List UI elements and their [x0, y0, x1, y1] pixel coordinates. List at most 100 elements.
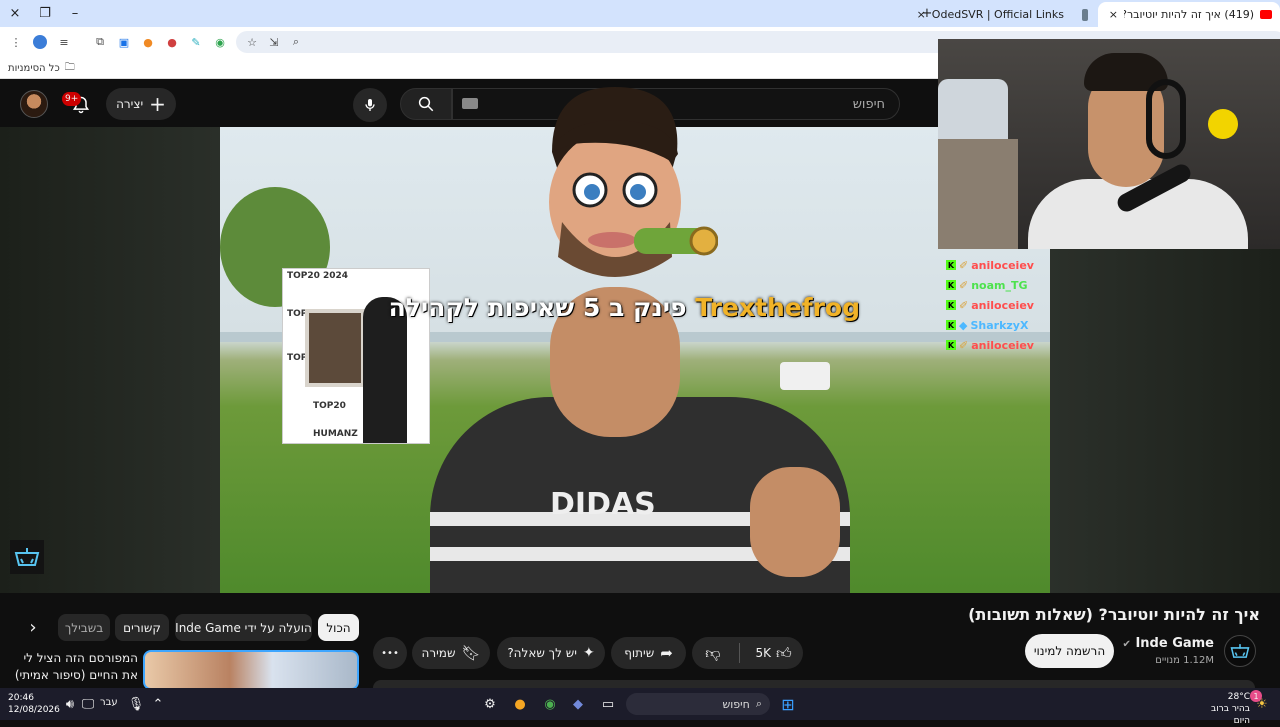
kick-badge-icon: K [946, 260, 956, 270]
channel-watermark-icon[interactable] [10, 540, 44, 574]
channel-name-label: Inde Game [1135, 636, 1214, 651]
extensions-icon[interactable]: ⧉ [92, 34, 108, 50]
alert-username: Trexthefrog [695, 293, 860, 322]
maximize-window-button[interactable]: ❐ [30, 0, 60, 27]
task-view-icon[interactable]: ▭ [598, 694, 618, 714]
chip-uploaded-by-channel[interactable]: הועלה על ידי Inde Game [175, 614, 312, 641]
suggested-video-thumbnail[interactable] [143, 650, 359, 690]
subscribe-button[interactable]: הרשמה למינוי [1025, 634, 1114, 668]
search-button[interactable] [400, 88, 452, 120]
chip-label: קשורים [123, 620, 161, 635]
alert-message: פינק ב 5 שאיפות לקהילה [388, 293, 687, 322]
taskbar-search[interactable]: חיפוש ⌕ [626, 693, 770, 715]
close-icon: × [9, 6, 21, 21]
settings-gear-icon[interactable]: ⚙ [480, 694, 500, 714]
all-bookmarks-folder[interactable]: כל הסימניות 🗀 [8, 60, 75, 76]
dislike-button[interactable]: 👎︎ [693, 637, 732, 669]
discord-icon[interactable]: ◆ [568, 694, 588, 714]
streamer-avatar-emote [549, 87, 718, 277]
chips-next-button[interactable]: › [20, 614, 46, 641]
microphone-icon[interactable]: 🎙︎ [126, 694, 146, 714]
youtube-favicon-icon [1260, 10, 1272, 19]
volume-icon[interactable]: 🔊︎ [60, 694, 80, 714]
bookmark-star-icon[interactable]: ☆ [244, 34, 260, 50]
keyboard-language[interactable]: עבר [100, 697, 118, 708]
taskbar-search-label: חיפוש [722, 697, 750, 711]
notification-badge: 1 [1250, 690, 1262, 702]
ask-label: יש לך שאלה? [507, 646, 577, 660]
system-clock[interactable]: 20:46 12/08/2026 [8, 692, 60, 718]
share-button[interactable]: ➦ שיתוף [611, 637, 686, 669]
tab-close-icon[interactable]: × [1109, 8, 1118, 21]
background-toy [1208, 109, 1238, 139]
diamond-icon: ◆ [959, 318, 968, 332]
chip-all[interactable]: הכול [318, 614, 359, 641]
shirt-logo: DIDAS [550, 487, 656, 522]
verified-check-icon: ✔ [1122, 639, 1131, 650]
network-icon[interactable]: 🖵 [78, 694, 98, 714]
account-avatar[interactable] [20, 90, 48, 118]
windows-start-icon[interactable]: ⊞ [778, 694, 798, 714]
profile-avatar[interactable] [32, 34, 48, 50]
chip-for-you[interactable]: בשבילך [58, 614, 110, 641]
tab-label: OdedSVR | Official Links [931, 8, 1064, 21]
tab-youtube-video[interactable]: (419) איך זה להיות יוטיובר? (שא... × [1098, 2, 1280, 27]
close-window-button[interactable]: × [0, 0, 30, 27]
bookmark-icon: 🔖︎ [461, 644, 481, 662]
app-icon[interactable]: ● [510, 694, 530, 714]
pencil-icon: ✐ [959, 338, 969, 352]
menu-kebab-icon[interactable]: ⋮ [8, 34, 24, 50]
extension-icon[interactable]: ● [164, 34, 180, 50]
chip-related[interactable]: קשורים [115, 614, 169, 641]
tab-odedsvr[interactable]: OdedSVR | Official Links × [917, 2, 1072, 27]
pencil-icon: ✐ [959, 278, 969, 292]
save-button[interactable]: 🔖︎ שמירה [412, 637, 490, 669]
notification-count-badge: 9+ [62, 92, 82, 106]
chrome-icon[interactable]: ◉ [540, 694, 560, 714]
basket-icon [14, 548, 40, 566]
tab-pinned[interactable] [1074, 2, 1096, 27]
channel-avatar[interactable] [1224, 635, 1256, 667]
minimize-icon: – [71, 6, 79, 21]
keyboard-icon[interactable] [462, 98, 478, 109]
subscribe-label: הרשמה למינוי [1033, 644, 1106, 658]
weather-widget[interactable]: 28°C בהיר ברוב היום [1194, 691, 1250, 726]
share-arrow-icon: ➦ [660, 644, 673, 662]
extension-icon[interactable]: ✎ [188, 34, 204, 50]
ask-question-button[interactable]: ✦ יש לך שאלה? [497, 637, 605, 669]
more-actions-button[interactable]: ••• [373, 637, 407, 669]
plus-icon: + [921, 6, 933, 21]
install-app-icon[interactable]: ⇲ [266, 34, 282, 50]
extension-icon[interactable]: ● [140, 34, 156, 50]
sparkle-icon: ✦ [582, 645, 595, 661]
chevron-up-icon[interactable]: ⌃ [148, 694, 168, 714]
channel-name[interactable]: Inde Game ✔ [1100, 636, 1214, 652]
reading-list-icon[interactable]: ≡ [56, 34, 72, 50]
chip-label: הועלה על ידי Inde Game [175, 620, 312, 635]
badge-label: 1 [1253, 691, 1259, 701]
save-label: שמירה [421, 646, 456, 660]
chat-row: K ✐ aniloceiev [946, 336, 1034, 354]
photo-text: TOP20 [287, 271, 320, 281]
new-tab-button[interactable]: + [912, 0, 942, 27]
voice-search-button[interactable] [353, 88, 387, 122]
photo-text: 2024 [323, 271, 349, 281]
create-button[interactable]: + יצירה [106, 88, 176, 120]
subscriber-count: 1.12M מנויים [1155, 655, 1214, 666]
bookmarks-folder-label: כל הסימניות [8, 62, 60, 74]
like-button[interactable]: 👍︎ 5K [746, 637, 802, 669]
kick-badge-icon: K [946, 300, 956, 310]
extension-icon[interactable]: ◉ [212, 34, 228, 50]
kick-badge-icon: K [946, 340, 956, 350]
search-icon [418, 96, 434, 112]
extension-icon[interactable]: ▣ [116, 34, 132, 50]
suggested-video-title[interactable]: המפורסם הזה הציל לי את החיים (סיפור אמית… [10, 650, 138, 686]
divider [738, 643, 740, 663]
basket-icon [1230, 644, 1250, 658]
zoom-icon[interactable]: ⌕ [288, 34, 304, 50]
headphones-icon [1146, 79, 1186, 159]
maximize-icon: ❐ [39, 6, 51, 21]
badge-label: 9+ [65, 94, 79, 104]
minimize-window-button[interactable]: – [60, 0, 90, 27]
video-title: איך זה להיות יוטיובר? (שאלות תשובות) [968, 605, 1260, 624]
